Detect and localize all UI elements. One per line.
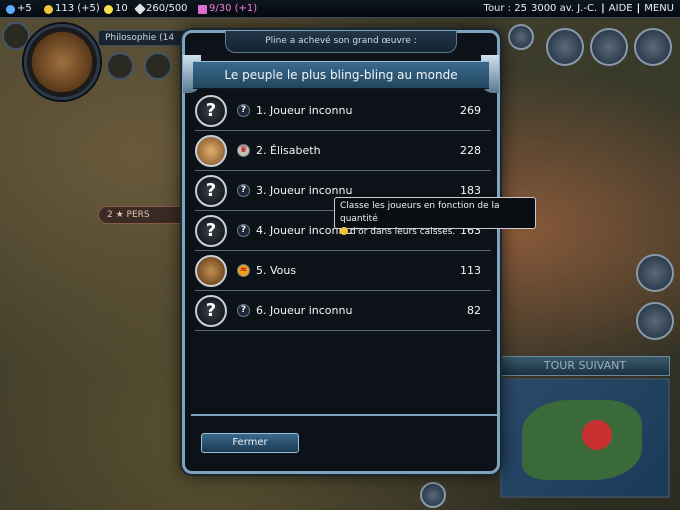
strategic-view-icon[interactable] xyxy=(420,482,446,508)
science-icon xyxy=(6,4,15,14)
faith-indicator[interactable]: 260/500 xyxy=(134,0,188,18)
science-indicator[interactable]: +5 xyxy=(6,0,32,18)
civ-icon: ? xyxy=(237,224,250,237)
player-portrait xyxy=(195,254,227,287)
top-bar: +5 113 (+5) 10 260/500 9/30 (+1) Tour : … xyxy=(0,0,680,18)
civ-icon: ? xyxy=(237,104,250,117)
gold-icon xyxy=(340,227,348,235)
tech-unlock-icon[interactable] xyxy=(106,52,134,80)
player-name: 2. Élisabeth xyxy=(256,144,321,157)
player-score: 269 xyxy=(460,104,481,117)
player-score: 82 xyxy=(467,304,481,317)
separator: | xyxy=(601,3,605,14)
close-button[interactable]: Fermer xyxy=(201,433,299,453)
tech-unlock-icon[interactable] xyxy=(144,52,172,80)
unknown-portrait-icon: ? xyxy=(195,174,227,207)
separator: | xyxy=(636,3,641,14)
turn-info: Tour : 25 3000 av. J.-C. | AIDE | MENU xyxy=(484,0,674,18)
faith-icon xyxy=(134,3,146,15)
ranking-row[interactable]: ? ? 6. Joueur inconnu 82 xyxy=(195,291,491,331)
player-score: 228 xyxy=(460,144,481,157)
player-name: 5. Vous xyxy=(256,264,297,277)
ranking-tooltip: Classe les joueurs en fonction de la qua… xyxy=(334,197,536,237)
unknown-portrait-icon: ? xyxy=(195,94,227,127)
leaders-icon[interactable] xyxy=(634,28,672,66)
civ-icon: ? xyxy=(237,304,250,317)
gold-indicator[interactable]: 113 (+5) xyxy=(44,0,100,18)
dialog-title: Le peuple le plus bling-bling au monde xyxy=(193,61,489,89)
happiness-icon xyxy=(104,4,113,14)
ranking-row[interactable]: ♛ 2. Élisabeth 228 xyxy=(195,131,491,171)
menu-button[interactable]: MENU xyxy=(644,0,674,18)
elizabeth-portrait xyxy=(195,134,227,167)
ranking-row[interactable]: ≈ 5. Vous 113 xyxy=(195,251,491,291)
minimap-city-marker xyxy=(582,420,612,450)
player-name: 3. Joueur inconnu xyxy=(256,184,353,197)
help-button[interactable]: AIDE xyxy=(609,0,633,18)
research-portrait[interactable] xyxy=(24,24,100,100)
player-name: 6. Joueur inconnu xyxy=(256,304,353,317)
culture-icon xyxy=(198,4,207,14)
notification-alert-icon[interactable] xyxy=(636,254,674,292)
unknown-portrait-icon: ? xyxy=(195,214,227,247)
advisor-icon[interactable] xyxy=(590,28,628,66)
gold-icon xyxy=(44,4,53,14)
player-score: 183 xyxy=(460,184,481,197)
dialog-divider xyxy=(191,414,497,416)
research-progress[interactable]: Philosophie (14 xyxy=(98,30,190,46)
tech-tree-icon[interactable] xyxy=(2,22,30,50)
player-score: 113 xyxy=(460,264,481,277)
happiness-indicator[interactable]: 10 xyxy=(104,0,128,18)
dialog-caption: Pline a achevé son grand œuvre : xyxy=(225,31,457,53)
civ-icon: ♛ xyxy=(237,144,250,157)
turn-counter: Tour : 25 xyxy=(483,3,527,14)
wonder-result-dialog: Pline a achevé son grand œuvre : Le peup… xyxy=(182,30,500,474)
next-turn-button[interactable]: TOUR SUIVANT xyxy=(500,356,670,376)
unit-portrait-icon[interactable] xyxy=(636,302,674,340)
tooltip-line: Classe les joueurs en fonction de la qua… xyxy=(340,201,500,224)
unknown-portrait-icon: ? xyxy=(195,294,227,327)
diplomacy-icon[interactable] xyxy=(546,28,584,66)
minimap[interactable] xyxy=(500,378,670,498)
ranking-row[interactable]: ? ? 1. Joueur inconnu 269 xyxy=(195,91,491,131)
game-date: 3000 av. J.-C. xyxy=(530,3,598,14)
persia-city-banner[interactable]: 2 ★ PERS xyxy=(98,206,188,224)
culture-indicator[interactable]: 9/30 (+1) xyxy=(198,0,257,18)
civ-icon: ≈ xyxy=(237,264,250,277)
player-name: 1. Joueur inconnu xyxy=(256,104,353,117)
tooltip-line: d'or dans leurs caisses. xyxy=(340,226,530,239)
civ-icon: ? xyxy=(237,184,250,197)
notes-icon[interactable] xyxy=(508,24,534,50)
